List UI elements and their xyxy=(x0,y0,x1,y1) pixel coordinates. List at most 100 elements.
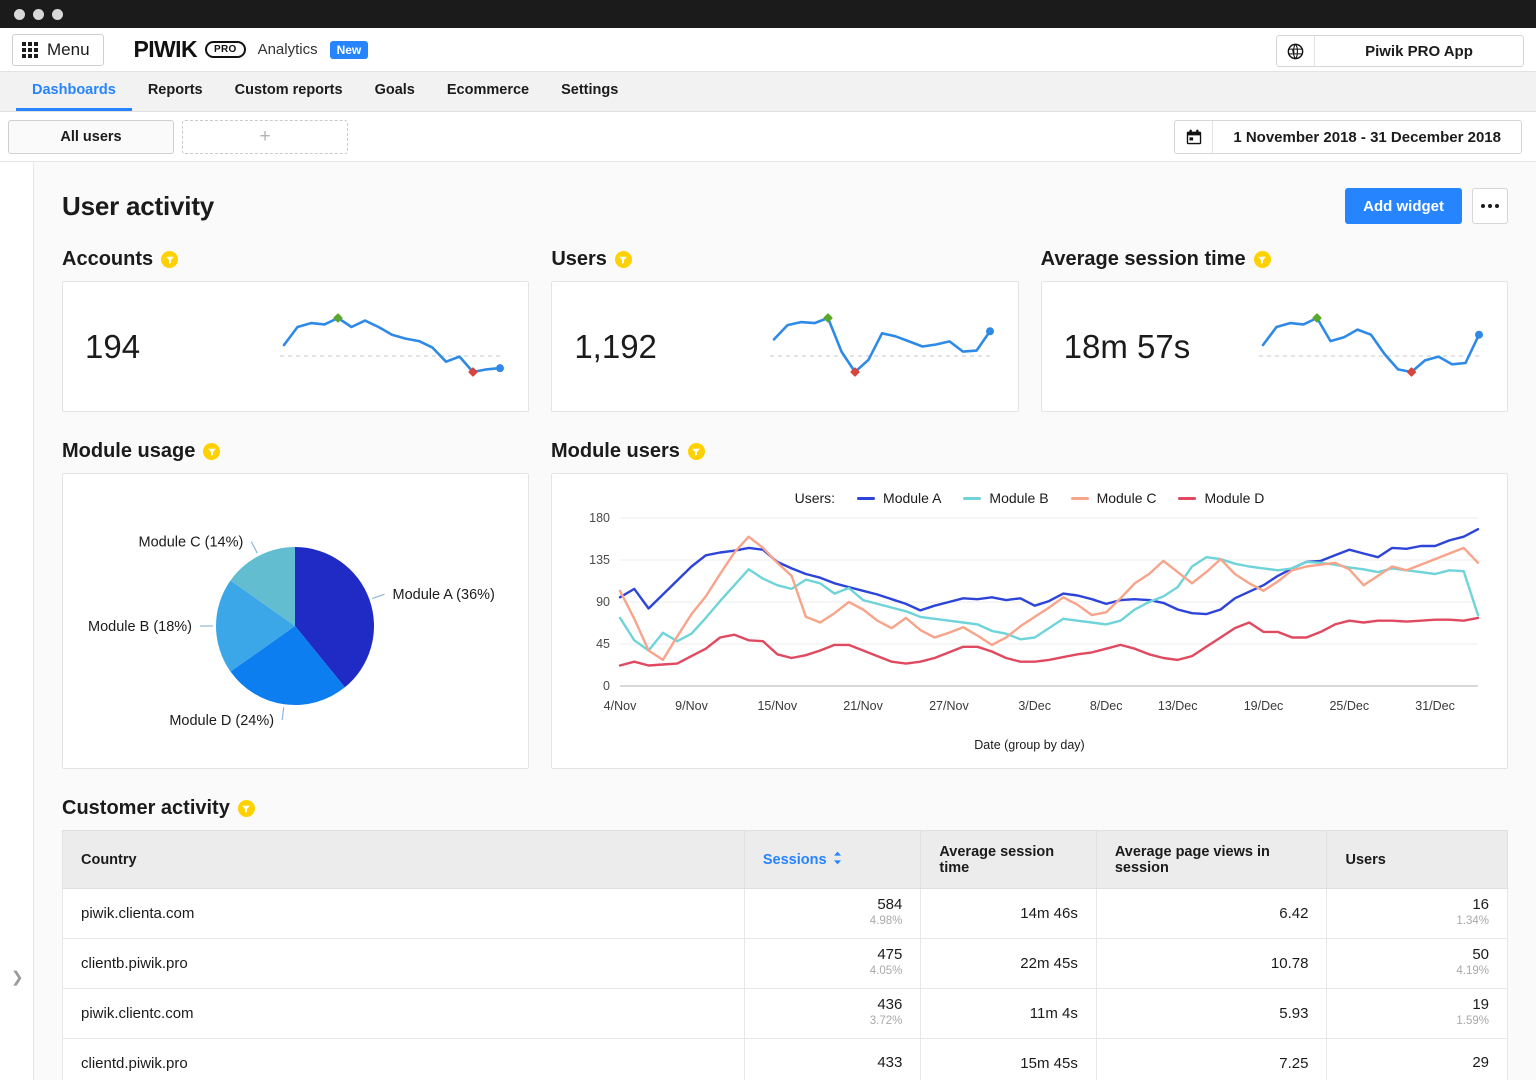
column-header-average-session-time[interactable]: Average session time xyxy=(921,831,1096,889)
stat-card-accounts: Accounts 194 xyxy=(62,248,529,412)
widget-title-module-usage: Module usage xyxy=(62,440,529,463)
date-range-picker[interactable]: 1 November 2018 - 31 December 2018 xyxy=(1174,120,1522,154)
users-value: 1,192 xyxy=(574,328,657,366)
cell-users-percent: 4.19% xyxy=(1345,963,1489,980)
column-header-sessions[interactable]: Sessions xyxy=(744,831,920,889)
legend-label-module-a: Module A xyxy=(883,490,941,506)
legend-label-module-d: Module D xyxy=(1204,490,1264,506)
legend-swatch-module-a xyxy=(857,497,875,500)
window-close-dot[interactable] xyxy=(14,9,25,20)
cell-users-value: 19 xyxy=(1345,997,1489,1014)
table-row[interactable]: piwik.clientc.com 436 3.72% 11m 4s 5.93 … xyxy=(63,989,1508,1039)
cell-sessions-value: 436 xyxy=(763,997,902,1014)
accounts-value: 194 xyxy=(85,328,140,366)
legend-item-module-c[interactable]: Module C xyxy=(1071,490,1157,506)
filter-icon[interactable] xyxy=(203,443,220,460)
series-line-module-b xyxy=(620,557,1478,650)
svg-text:180: 180 xyxy=(589,511,610,525)
filter-icon[interactable] xyxy=(1254,251,1271,268)
table-body: piwik.clienta.com 584 4.98% 14m 46s 6.42… xyxy=(63,889,1508,1081)
column-header-country[interactable]: Country xyxy=(63,831,745,889)
dashboard-more-options-button[interactable] xyxy=(1472,188,1508,224)
legend-label-module-c: Module C xyxy=(1097,490,1157,506)
expand-sidebar-chevron-icon[interactable]: ❯ xyxy=(11,968,24,986)
accounts-sparkline xyxy=(276,304,506,389)
nav-item-dashboards[interactable]: Dashboards xyxy=(16,72,132,111)
sort-arrows-icon[interactable] xyxy=(833,851,842,869)
module-users-chart-card: Users: Module A Module B Module C xyxy=(551,473,1508,769)
nav-item-settings[interactable]: Settings xyxy=(545,72,634,111)
table-row[interactable]: piwik.clienta.com 584 4.98% 14m 46s 6.42… xyxy=(63,889,1508,939)
table-row[interactable]: clientb.piwik.pro 475 4.05% 22m 45s 10.7… xyxy=(63,939,1508,989)
add-dashboard-button[interactable]: + xyxy=(182,120,348,154)
window-maximize-dot[interactable] xyxy=(52,9,63,20)
cell-users-value: 50 xyxy=(1345,947,1489,964)
cell-sessions-value: 584 xyxy=(763,897,902,914)
widget-title-module-usage-label: Module usage xyxy=(62,440,195,463)
chart-legend: Users: Module A Module B Module C xyxy=(552,480,1507,506)
cell-sessions-value: 433 xyxy=(763,1055,902,1072)
dashboard-actions: Add widget xyxy=(1345,188,1508,224)
users-card: 1,192 xyxy=(551,281,1018,412)
legend-prefix: Users: xyxy=(795,490,835,506)
x-tick-label: 8/Dec xyxy=(1090,699,1123,713)
new-badge: New xyxy=(330,41,369,59)
cell-average-page-views: 7.25 xyxy=(1096,1039,1327,1081)
legend-swatch-module-d xyxy=(1178,497,1196,500)
users-sparkline xyxy=(766,304,996,389)
table-row[interactable]: clientd.piwik.pro 433 15m 45s 7.25 29 xyxy=(63,1039,1508,1081)
nav-item-reports[interactable]: Reports xyxy=(132,72,219,111)
nav-item-goals[interactable]: Goals xyxy=(359,72,431,111)
calendar-icon xyxy=(1175,121,1213,153)
stat-card-average-session-time: Average session time 18m 57s xyxy=(1041,248,1508,412)
module-usage-pie-card: Module A (36%)Module D (24%)Module B (18… xyxy=(62,473,529,769)
grid-menu-icon xyxy=(22,42,38,58)
customer-activity-table: Country Sessions xyxy=(62,830,1508,1080)
app-header: Menu PIWIK PRO Analytics New Piwik PRO A… xyxy=(0,28,1536,72)
module-usage-widget: Module usage Module A (36%)Module D (24%… xyxy=(62,440,529,769)
pie-label-module-c: Module C (14%) xyxy=(139,535,244,551)
column-header-average-page-views[interactable]: Average page views in session xyxy=(1096,831,1327,889)
app-selector[interactable]: Piwik PRO App xyxy=(1276,35,1524,67)
filter-icon[interactable] xyxy=(238,800,255,817)
average-session-time-sparkline xyxy=(1255,304,1485,389)
x-tick-label: 13/Dec xyxy=(1158,699,1198,713)
average-session-time-value: 18m 57s xyxy=(1064,328,1191,366)
cell-country: clientb.piwik.pro xyxy=(63,939,745,989)
page-title: User activity xyxy=(62,191,214,222)
brand-pro-badge: PRO xyxy=(205,41,246,58)
pie-label-module-b: Module B (18%) xyxy=(88,619,192,635)
legend-item-module-d[interactable]: Module D xyxy=(1178,490,1264,506)
legend-item-module-a[interactable]: Module A xyxy=(857,490,941,506)
column-header-users[interactable]: Users xyxy=(1327,831,1508,889)
filter-icon[interactable] xyxy=(688,443,705,460)
cell-average-page-views: 6.42 xyxy=(1096,889,1327,939)
widget-title-average-session-time-label: Average session time xyxy=(1041,248,1246,271)
x-tick-label: 25/Dec xyxy=(1329,699,1369,713)
svg-text:90: 90 xyxy=(596,595,610,609)
cell-sessions: 433 xyxy=(744,1039,920,1081)
app-selector-label: Piwik PRO App xyxy=(1315,36,1523,66)
cell-sessions: 436 3.72% xyxy=(744,989,920,1039)
page-body: ❯ User activity Add widget Accounts xyxy=(0,162,1536,1080)
add-widget-button[interactable]: Add widget xyxy=(1345,188,1462,224)
cell-users-value: 29 xyxy=(1345,1055,1489,1072)
cell-average-session-time: 15m 45s xyxy=(921,1039,1096,1081)
nav-item-ecommerce[interactable]: Ecommerce xyxy=(431,72,545,111)
cell-sessions-percent: 4.98% xyxy=(763,913,902,930)
widget-title-users: Users xyxy=(551,248,1018,271)
filter-icon[interactable] xyxy=(615,251,632,268)
x-tick-label: 4/Nov xyxy=(604,699,637,713)
widget-title-users-label: Users xyxy=(551,248,607,271)
dashboard-tab-all-users[interactable]: All users xyxy=(8,120,174,154)
dashboard-header: User activity Add widget xyxy=(62,188,1508,224)
menu-button[interactable]: Menu xyxy=(12,34,104,66)
filter-icon[interactable] xyxy=(161,251,178,268)
cell-sessions-percent: 4.05% xyxy=(763,963,902,980)
window-minimize-dot[interactable] xyxy=(33,9,44,20)
table-header: Country Sessions xyxy=(63,831,1508,889)
legend-item-module-b[interactable]: Module B xyxy=(963,490,1048,506)
cell-users: 29 xyxy=(1327,1039,1508,1081)
nav-item-custom-reports[interactable]: Custom reports xyxy=(219,72,359,111)
column-header-sessions-label: Sessions xyxy=(763,852,827,868)
